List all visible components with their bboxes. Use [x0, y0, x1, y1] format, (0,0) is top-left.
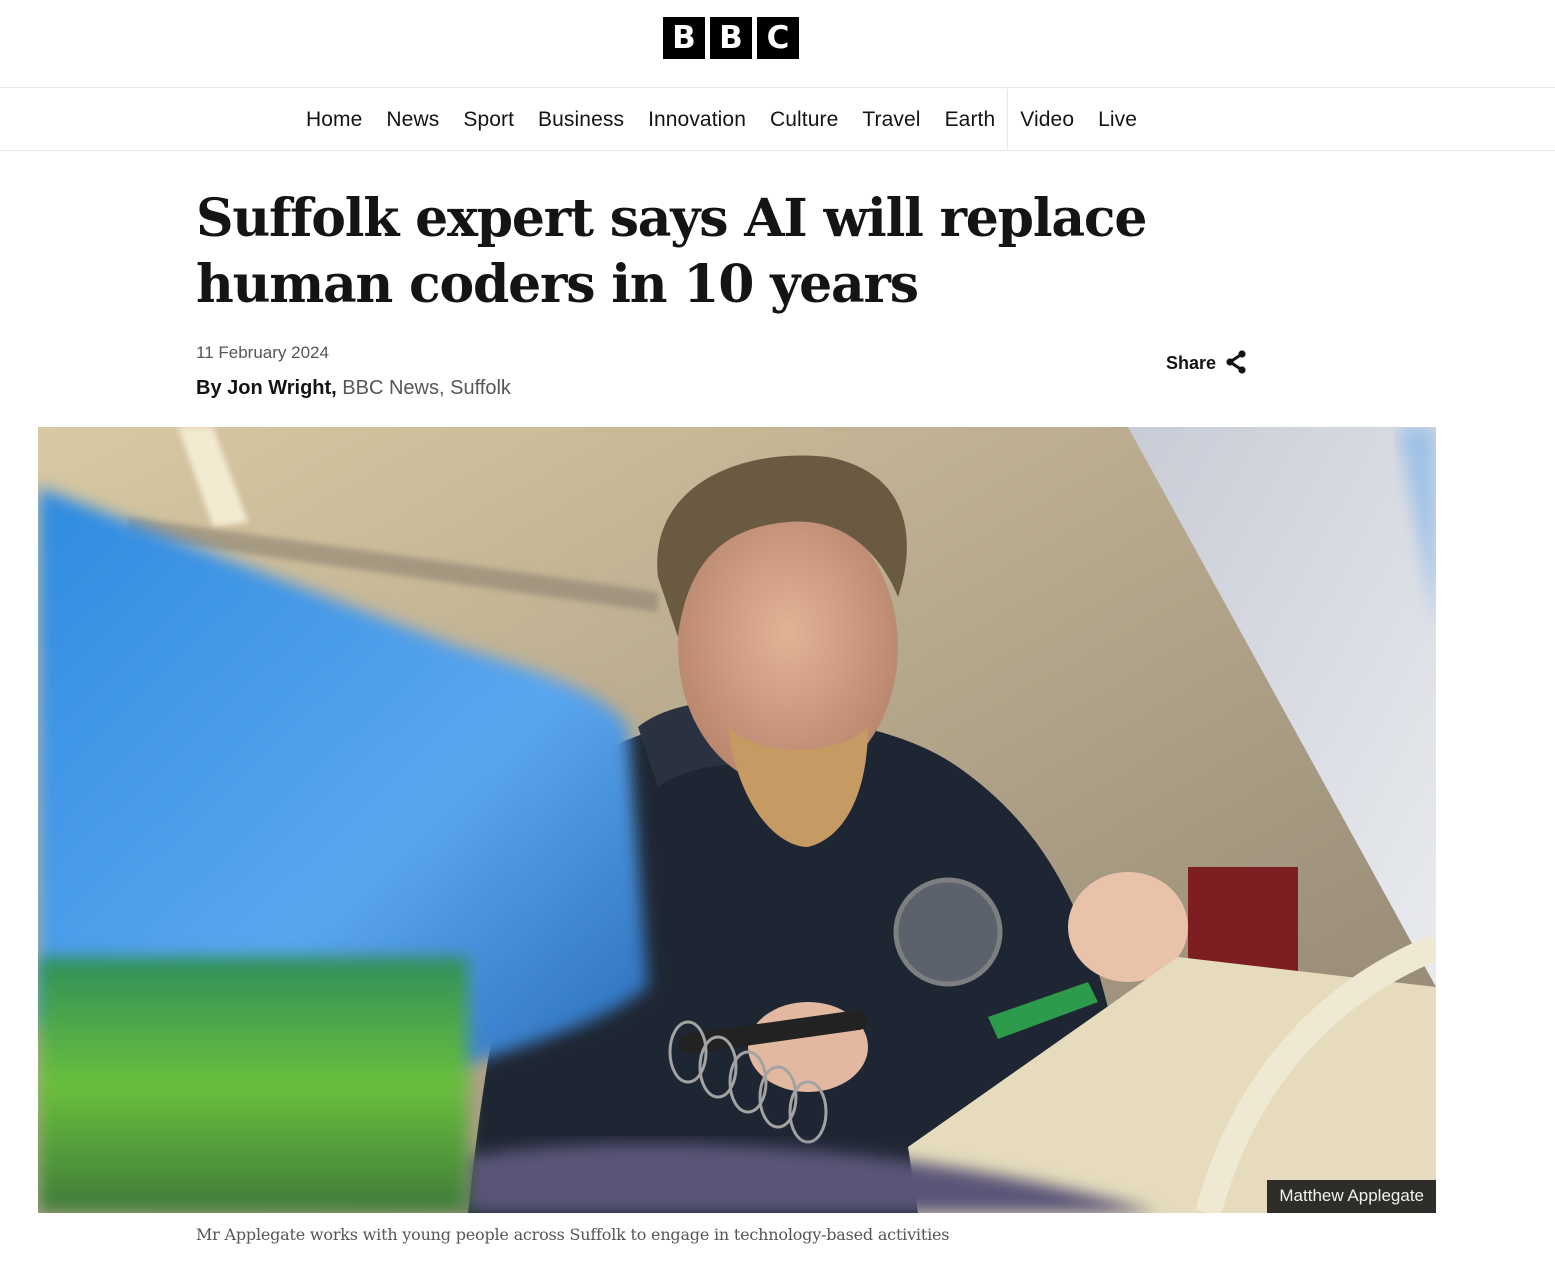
- share-label: Share: [1166, 353, 1217, 373]
- lead-image: Matthew Applegate: [38, 427, 1436, 1213]
- byline-author: By Jon Wright,: [196, 377, 337, 399]
- nav-item-earth[interactable]: Earth: [933, 89, 1008, 151]
- nav-list: Home News Sport Business Innovation Cult…: [306, 89, 1149, 151]
- image-credit: Matthew Applegate: [1267, 1180, 1436, 1213]
- main-navigation: Home News Sport Business Innovation Cult…: [0, 89, 1555, 151]
- bbc-logo[interactable]: B B C: [663, 17, 799, 59]
- masthead: B B C: [0, 0, 1555, 88]
- share-icon: [1225, 350, 1247, 377]
- article-date: 11 February 2024: [196, 343, 329, 362]
- nav-item-travel[interactable]: Travel: [850, 89, 932, 151]
- article-headline: Suffolk expert says AI will replace huma…: [196, 188, 1147, 315]
- nav-item-live[interactable]: Live: [1086, 89, 1149, 151]
- logo-letter-b2: B: [710, 17, 752, 59]
- nav-item-business[interactable]: Business: [526, 89, 636, 151]
- byline-organisation: BBC News, Suffolk: [336, 377, 511, 399]
- nav-item-home[interactable]: Home: [306, 89, 374, 151]
- nav-item-culture[interactable]: Culture: [758, 89, 850, 151]
- logo-letter-b1: B: [663, 17, 705, 59]
- logo-letter-c: C: [757, 17, 799, 59]
- nav-item-sport[interactable]: Sport: [451, 89, 526, 151]
- byline: By Jon Wright, BBC News, Suffolk: [196, 377, 511, 400]
- share-button[interactable]: Share: [1166, 350, 1247, 377]
- photo-illustration: [38, 427, 1436, 1213]
- image-caption: Mr Applegate works with young people acr…: [196, 1225, 950, 1244]
- nav-item-video[interactable]: Video: [1008, 89, 1086, 151]
- nav-item-innovation[interactable]: Innovation: [636, 89, 758, 151]
- nav-item-news[interactable]: News: [374, 89, 451, 151]
